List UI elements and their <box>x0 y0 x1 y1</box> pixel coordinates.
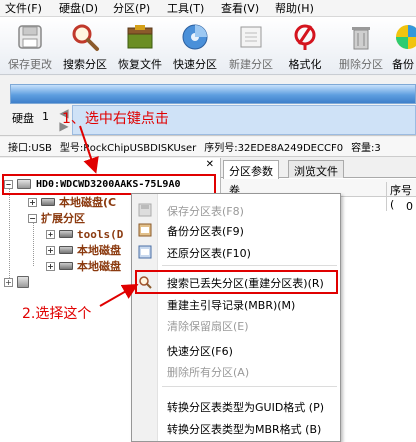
backup-icon <box>396 25 416 49</box>
capacity-info: 容量:3 <box>351 143 381 154</box>
format-label: 格式化 <box>288 58 322 71</box>
menu-item-convert-to-guid[interactable]: 转换分区表类型为GUID格式 (P) <box>132 396 340 416</box>
menu-item-label: 快速分区(F6) <box>167 345 233 358</box>
tree-item-extended-partition[interactable]: − 扩展分区 <box>28 210 85 226</box>
index-value: 0 <box>406 200 413 213</box>
search-partition-button[interactable]: 搜索分区 <box>58 20 112 74</box>
tab-bar: 分区参数 浏览文件 <box>221 158 416 179</box>
usb-disk-icon <box>17 276 29 288</box>
save-changes-label: 保存更改 <box>8 58 52 71</box>
menu-item-clear-reserved-sectors[interactable]: 清除保留扇区(E) <box>132 315 340 335</box>
disk-node-highlight-box <box>2 174 216 195</box>
format-button[interactable]: 格式化 <box>282 20 328 74</box>
backup-button[interactable]: 备份 <box>390 20 416 74</box>
toolbar: 保存更改 搜索分区 恢复文件 快速分区 新建分区 格式化 删除分区 备份 <box>0 17 416 75</box>
recover-file-label: 恢复文件 <box>118 58 162 71</box>
tree-item-local-disk-3[interactable]: + 本地磁盘 <box>46 258 121 274</box>
partition-icon <box>59 262 73 270</box>
close-icon[interactable]: ✕ <box>206 159 214 170</box>
disk-label: 硬盘 <box>12 112 34 125</box>
new-partition-icon <box>240 26 262 48</box>
model-info: 型号:RockChipUSBDISKUser <box>59 143 197 154</box>
tree-item-local-disk-c[interactable]: + 本地磁盘(C <box>28 194 116 210</box>
menu-tools[interactable]: 工具(T) <box>162 0 216 16</box>
menu-separator <box>162 265 337 266</box>
menu-item-quick-partition[interactable]: 快速分区(F6) <box>132 340 340 360</box>
disk-info-bar: 接口:USB 型号:RockChipUSBDISKUser 序列号:32EDE8… <box>0 137 416 157</box>
expand-icon[interactable]: + <box>46 229 55 239</box>
menu-file[interactable]: 文件(F) <box>0 0 54 16</box>
tree-item-label: 本地磁盘(C <box>59 196 117 209</box>
partition-icon <box>59 230 73 238</box>
menu-item-label: 转换分区表类型为GUID格式 (P) <box>167 401 325 414</box>
tree-item-label: 扩展分区 <box>41 212 85 225</box>
recover-file-button[interactable]: 恢复文件 <box>114 20 166 74</box>
menu-item-restore-partition-table[interactable]: 还原分区表(F10) <box>132 242 340 262</box>
search-partition-icon <box>72 24 99 51</box>
tree-item-tools-d[interactable]: + tools(D <box>46 226 123 242</box>
tree-item-label: 本地磁盘 <box>77 244 121 257</box>
tree-other-disk-node[interactable]: + <box>4 274 34 290</box>
expand-icon[interactable]: + <box>4 277 13 287</box>
expand-icon[interactable]: + <box>46 261 55 271</box>
partition-icon <box>59 246 73 254</box>
interface-info: 接口:USB <box>8 143 52 154</box>
tab-browse-files[interactable]: 浏览文件 <box>288 160 344 178</box>
menu-separator <box>162 386 337 387</box>
save-changes-button[interactable]: 保存更改 <box>4 20 56 74</box>
context-menu: 保存分区表(F8) 备份分区表(F9) 还原分区表(F10) 搜索已丢失分区(重… <box>131 193 341 442</box>
recover-file-icon <box>127 25 153 49</box>
menu-item-label: 保存分区表(F8) <box>167 205 244 218</box>
menu-disk[interactable]: 硬盘(D) <box>54 0 108 16</box>
menu-item-highlight-box <box>135 270 338 294</box>
menu-help[interactable]: 帮助(H) <box>270 0 324 16</box>
search-partition-label: 搜索分区 <box>63 58 107 71</box>
quick-partition-button[interactable]: 快速分区 <box>168 20 222 74</box>
new-partition-label: 新建分区 <box>229 58 273 71</box>
menu-item-save-partition-table[interactable]: 保存分区表(F8) <box>132 200 340 220</box>
menu-item-label: 备份分区表(F9) <box>167 225 244 238</box>
restore-table-icon <box>138 245 152 259</box>
menu-item-label: 转换分区表类型为MBR格式 (B) <box>167 423 322 436</box>
tab-partition-params[interactable]: 分区参数 <box>223 160 279 179</box>
tree-guide-line <box>9 188 10 280</box>
menu-item-delete-all-partitions[interactable]: 删除所有分区(A) <box>132 361 340 381</box>
tree-item-label: tools(D <box>77 227 124 241</box>
menu-item-label: 删除所有分区(A) <box>167 366 250 379</box>
quick-partition-label: 快速分区 <box>173 58 217 71</box>
backup-table-icon <box>138 223 152 237</box>
menu-item-label: 还原分区表(F10) <box>167 247 251 260</box>
delete-partition-icon <box>352 27 370 50</box>
save-icon <box>18 25 42 49</box>
annotation-step1: 1、选中右键点击 <box>62 111 169 127</box>
menu-bar: 文件(F) 硬盘(D) 分区(P) 工具(T) 查看(V) 帮助(H) <box>0 0 416 17</box>
disk-number: 1 <box>42 110 49 123</box>
tree-guide-line <box>33 222 34 266</box>
delete-partition-label: 删除分区 <box>339 58 383 71</box>
menu-item-rebuild-mbr[interactable]: 重建主引导记录(MBR)(M) <box>132 294 340 314</box>
tree-item-local-disk-2[interactable]: + 本地磁盘 <box>46 242 121 258</box>
new-partition-button[interactable]: 新建分区 <box>224 20 278 74</box>
serial-info: 序列号:32EDE8A249DECCF0 <box>204 143 344 154</box>
quick-partition-icon <box>182 24 208 50</box>
save-table-icon <box>138 203 152 217</box>
format-icon <box>294 24 316 50</box>
partition-graph[interactable] <box>10 84 416 104</box>
menu-view[interactable]: 查看(V) <box>216 0 270 16</box>
backup-label: 备份 <box>392 58 414 71</box>
partition-icon <box>41 198 55 206</box>
collapse-icon[interactable]: − <box>28 213 37 223</box>
tree-item-label: 本地磁盘 <box>77 260 121 273</box>
expand-icon[interactable]: + <box>28 197 37 207</box>
menu-item-label: 清除保留扇区(E) <box>167 320 249 333</box>
menu-item-convert-to-mbr[interactable]: 转换分区表类型为MBR格式 (B) <box>132 418 340 438</box>
menu-partition[interactable]: 分区(P) <box>108 0 162 16</box>
expand-icon[interactable]: + <box>46 245 55 255</box>
menu-item-backup-partition-table[interactable]: 备份分区表(F9) <box>132 220 340 240</box>
delete-partition-button[interactable]: 删除分区 <box>334 20 388 74</box>
annotation-step2: 2.选择这个 <box>22 306 92 322</box>
menu-item-label: 重建主引导记录(MBR)(M) <box>167 299 296 312</box>
